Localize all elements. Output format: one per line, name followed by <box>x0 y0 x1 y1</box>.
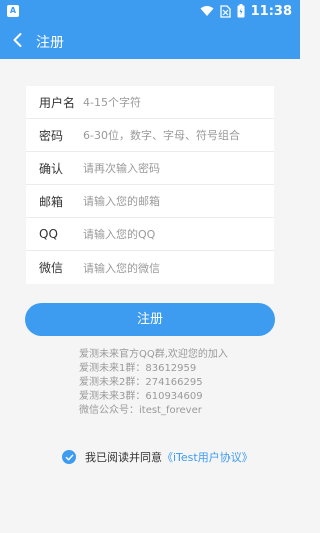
qq-input[interactable]: 请输入您的QQ <box>83 226 274 242</box>
info-line: 爱测未来官方QQ群,欢迎您的加入 <box>79 349 228 360</box>
email-label: 邮箱 <box>39 194 64 209</box>
page-title: 注册 <box>36 35 64 51</box>
confirm-password-input[interactable]: 请再次输入密码 <box>83 160 274 176</box>
username-label: 用户名 <box>39 95 76 110</box>
status-icons: 11:38 <box>200 0 292 22</box>
chevron-left-icon[interactable] <box>8 30 28 50</box>
info-line: 微信公众号：itest_forever <box>79 405 202 416</box>
battery-icon <box>237 4 245 18</box>
username-row[interactable]: 用户名 4-15个字符 <box>26 86 274 119</box>
agreement-link[interactable]: 《iTest用户协议》 <box>162 449 253 465</box>
wechat-label: 微信 <box>39 261 64 275</box>
qq-label: QQ <box>39 227 58 241</box>
wifi-icon <box>200 6 214 16</box>
email-row[interactable]: 邮箱 请输入您的邮箱 <box>26 185 274 218</box>
register-form: 用户名 4-15个字符 密码 6-30位，数字、字母、符号组合 确认 请再次输入… <box>26 86 274 284</box>
wechat-row[interactable]: 微信 请输入您的微信 <box>26 251 274 284</box>
info-line: 爱测未来1群：83612959 <box>79 363 197 374</box>
qq-row[interactable]: QQ 请输入您的QQ <box>26 218 274 251</box>
confirm-label: 确认 <box>39 161 64 176</box>
app-bar: 注册 <box>0 22 300 59</box>
check-icon <box>65 454 73 460</box>
password-row[interactable]: 密码 6-30位，数字、字母、符号组合 <box>26 119 274 152</box>
username-input[interactable]: 4-15个字符 <box>83 94 274 110</box>
notification-icon: A <box>7 5 19 17</box>
info-line: 爱测未来3群：610934609 <box>79 391 203 402</box>
agreement: 我已阅读并同意 《iTest用户协议》 <box>62 449 253 465</box>
agreement-text: 我已阅读并同意 <box>85 451 162 464</box>
email-input[interactable]: 请输入您的邮箱 <box>83 193 274 209</box>
no-sim-icon <box>219 4 231 18</box>
info-line: 爱测未来2群：274166295 <box>79 377 203 388</box>
status-bar: A 11:38 <box>0 0 300 22</box>
status-time: 11:38 <box>250 3 292 19</box>
password-label: 密码 <box>39 128 64 143</box>
group-info: 爱测未来官方QQ群,欢迎您的加入 爱测未来1群：83612959 爱测未来2群：… <box>79 348 228 418</box>
register-button[interactable]: 注册 <box>25 303 275 336</box>
agreement-checkbox[interactable] <box>62 450 76 464</box>
wechat-input[interactable]: 请输入您的微信 <box>83 260 274 276</box>
confirm-row[interactable]: 确认 请再次输入密码 <box>26 152 274 185</box>
password-input[interactable]: 6-30位，数字、字母、符号组合 <box>83 127 274 143</box>
